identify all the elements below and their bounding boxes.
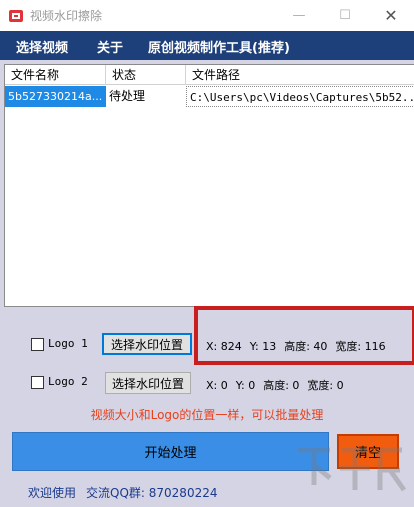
logo1-checkbox[interactable]	[31, 338, 44, 351]
logo2-x: X: 0	[206, 379, 228, 392]
minimize-button[interactable]: —	[276, 0, 322, 31]
menu-select-video[interactable]: 选择视频	[16, 37, 68, 56]
window-title: 视频水印擦除	[30, 9, 103, 23]
table-row[interactable]: 5b527330214a... 待处理 C:\Users\pc\Videos\C…	[5, 86, 414, 107]
cell-path: C:\Users\pc\Videos\Captures\5b52...	[186, 86, 414, 107]
column-header-filename[interactable]: 文件名称	[5, 65, 106, 85]
cell-status: 待处理	[109, 89, 146, 103]
menu-about[interactable]: 关于	[97, 37, 123, 56]
app-icon	[9, 10, 23, 22]
menu-original-video-tool[interactable]: 原创视频制作工具(推荐)	[148, 37, 290, 56]
logo2-select-position-button[interactable]: 选择水印位置	[105, 372, 191, 394]
logo1-label: Logo 1	[48, 337, 88, 350]
start-processing-button[interactable]: 开始处理	[12, 432, 329, 471]
column-header-path[interactable]: 文件路径	[186, 65, 414, 85]
footer-welcome: 欢迎使用	[28, 486, 77, 500]
logo2-coords: X: 0 Y: 0 高度: 0 宽度: 0	[206, 377, 352, 393]
logo2-label: Logo 2	[48, 375, 88, 388]
close-button[interactable]: ✕	[368, 0, 414, 31]
app-window: 视频水印擦除 — ☐ ✕ 选择视频 关于 原创视频制作工具(推荐) 文件名称 状…	[0, 0, 414, 507]
maximize-button[interactable]: ☐	[322, 0, 368, 31]
logo2-width: 宽度: 0	[307, 379, 344, 392]
menu-bar: 选择视频 关于 原创视频制作工具(推荐)	[0, 31, 414, 60]
column-header-status[interactable]: 状态	[106, 65, 186, 85]
footer: 欢迎使用 交流QQ群: 870280224	[28, 484, 227, 501]
batch-hint-text: 视频大小和Logo的位置一样，可以批量处理	[90, 408, 324, 422]
logo1-select-position-button[interactable]: 选择水印位置	[102, 333, 192, 355]
logo2-checkbox[interactable]	[31, 376, 44, 389]
file-list[interactable]: 文件名称 状态 文件路径 5b527330214a... 待处理 C:\User…	[4, 64, 414, 307]
cell-filename: 5b527330214a...	[5, 86, 106, 107]
list-header: 文件名称 状态 文件路径	[5, 65, 414, 85]
footer-qq-group: 交流QQ群: 870280224	[86, 486, 218, 500]
logo2-height: 高度: 0	[263, 379, 300, 392]
title-bar: 视频水印擦除 — ☐ ✕	[0, 0, 414, 31]
logo2-y: Y: 0	[235, 379, 256, 392]
highlight-frame	[194, 306, 414, 365]
site-watermark-logo	[298, 447, 407, 492]
